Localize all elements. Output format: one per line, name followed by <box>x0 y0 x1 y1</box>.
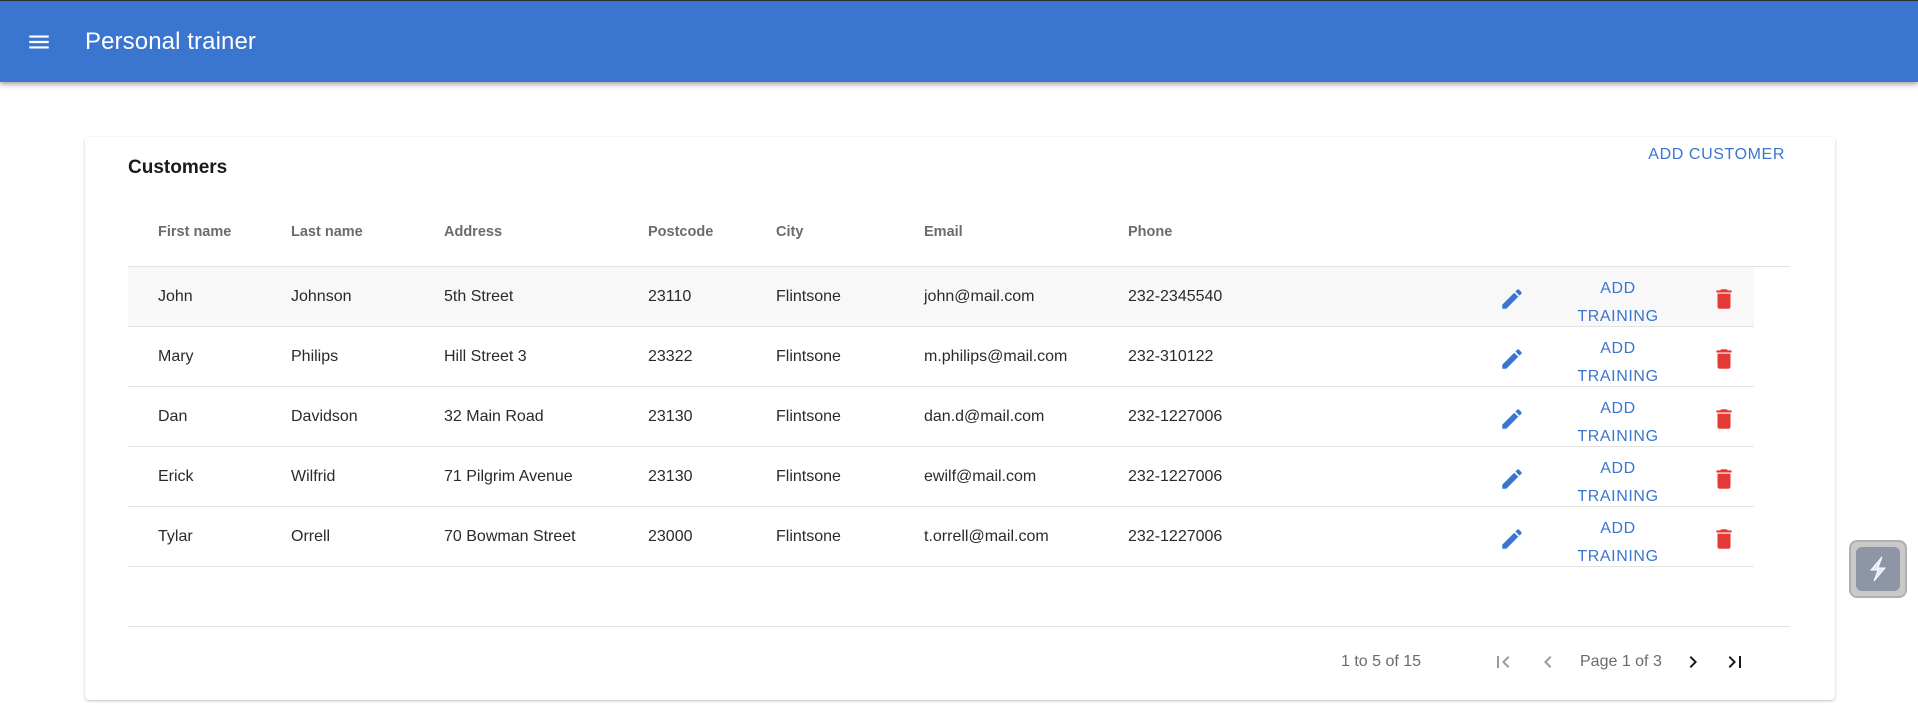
delete-customer-button[interactable] <box>1710 285 1738 313</box>
cell-first-name: Tylar <box>158 528 193 545</box>
cell-phone: 232-1227006 <box>1128 408 1223 425</box>
cell-city: Flintsone <box>776 468 841 485</box>
cell-postcode: 23322 <box>648 348 693 365</box>
table-row[interactable]: Mary Philips Hill Street 3 23322 Flintsone m.… <box>128 327 1754 387</box>
trash-icon <box>1716 289 1732 309</box>
cell-email: ewilf@mail.com <box>924 468 1037 485</box>
cell-email: m.philips@mail.com <box>924 348 1068 365</box>
floating-assistant-button[interactable] <box>1849 540 1907 598</box>
pencil-icon <box>1502 469 1522 489</box>
cell-first-name: Dan <box>158 408 188 425</box>
cell-address: 70 Bowman Street <box>444 528 576 545</box>
table-row[interactable]: Tylar Orrell 70 Bowman Street 23000 Flintson… <box>128 507 1754 567</box>
cell-city: Flintsone <box>776 408 841 425</box>
previous-page-icon <box>1544 656 1552 668</box>
pencil-icon <box>1502 349 1522 369</box>
cell-phone: 232-1227006 <box>1128 468 1223 485</box>
table-row[interactable]: Dan Davidson 32 Main Road 23130 Flintsone dan… <box>128 387 1754 447</box>
app-title: Personal trainer <box>85 28 257 55</box>
cell-city: Flintsone <box>776 348 841 365</box>
delete-customer-button[interactable] <box>1710 465 1738 493</box>
delete-customer-button[interactable] <box>1710 405 1738 433</box>
cell-email: john@mail.com <box>924 288 1035 305</box>
cell-address: 32 Main Road <box>444 408 544 425</box>
previous-page-button[interactable] <box>1535 649 1561 675</box>
cell-address: Hill Street 3 <box>444 348 527 365</box>
pencil-icon <box>1502 289 1522 309</box>
pencil-icon <box>1502 529 1522 549</box>
column-header-first-name[interactable]: First name <box>158 224 231 240</box>
app-bar: Personal trainer <box>0 0 1918 82</box>
cell-last-name: Davidson <box>291 408 358 425</box>
cell-last-name: Philips <box>291 348 339 365</box>
cell-address: 5th Street <box>444 288 514 305</box>
cell-first-name: Mary <box>158 348 194 365</box>
last-page-icon <box>1728 656 1741 668</box>
menu-icon <box>29 35 49 49</box>
edit-customer-button[interactable] <box>1498 525 1526 553</box>
cell-postcode: 23130 <box>648 468 693 485</box>
add-training-button[interactable]: ADD TRAINING <box>1558 395 1678 451</box>
next-page-icon <box>1689 656 1697 668</box>
cell-email: t.orrell@mail.com <box>924 528 1049 545</box>
add-training-button[interactable]: ADD TRAINING <box>1558 275 1678 331</box>
cell-last-name: Wilfrid <box>291 468 336 485</box>
add-training-button[interactable]: ADD TRAINING <box>1558 515 1678 571</box>
next-page-button[interactable] <box>1680 649 1706 675</box>
customers-table: First name Last name Address Postcode Ci… <box>128 197 1790 567</box>
card-title: Customers <box>128 157 228 178</box>
column-header-phone[interactable]: Phone <box>1128 224 1172 240</box>
trash-icon <box>1716 349 1732 369</box>
cell-first-name: Erick <box>158 468 194 485</box>
delete-customer-button[interactable] <box>1710 345 1738 373</box>
edit-customer-button[interactable] <box>1498 405 1526 433</box>
pencil-icon <box>1502 409 1522 429</box>
cell-address: 71 Pilgrim Avenue <box>444 468 573 485</box>
column-header-email[interactable]: Email <box>924 224 963 240</box>
add-customer-button[interactable]: ADD CUSTOMER <box>1648 146 1785 164</box>
cell-postcode: 23130 <box>648 408 693 425</box>
cell-phone: 232-1227006 <box>1128 528 1223 545</box>
edit-customer-button[interactable] <box>1498 465 1526 493</box>
trash-icon <box>1716 409 1732 429</box>
pagination-bar: 1 to 5 of 15 Page 1 of 3 <box>128 626 1790 700</box>
menu-button[interactable] <box>23 27 55 57</box>
first-page-icon <box>1497 656 1510 668</box>
last-page-button[interactable] <box>1722 649 1748 675</box>
column-header-postcode[interactable]: Postcode <box>648 224 713 240</box>
page-indicator: Page 1 of 3 <box>1580 653 1662 670</box>
pagination-summary: 1 to 5 of 15 <box>1341 653 1422 670</box>
cell-city: Flintsone <box>776 528 841 545</box>
delete-customer-button[interactable] <box>1710 525 1738 553</box>
trash-icon <box>1716 529 1732 549</box>
cell-email: dan.d@mail.com <box>924 408 1045 425</box>
add-training-button[interactable]: ADD TRAINING <box>1558 335 1678 391</box>
table-row[interactable]: John Johnson 5th Street 23110 Flintsone john@… <box>128 267 1754 327</box>
customers-card: Customers ADD CUSTOMER First name Last n… <box>85 137 1835 700</box>
cell-first-name: John <box>158 288 193 305</box>
trash-icon <box>1716 469 1732 489</box>
cell-city: Flintsone <box>776 288 841 305</box>
column-header-last-name[interactable]: Last name <box>291 224 363 240</box>
add-training-button[interactable]: ADD TRAINING <box>1558 455 1678 511</box>
first-page-button[interactable] <box>1490 649 1516 675</box>
cell-postcode: 23110 <box>648 288 692 305</box>
column-header-address[interactable]: Address <box>444 224 502 240</box>
cell-last-name: Johnson <box>291 288 352 305</box>
edit-customer-button[interactable] <box>1498 285 1526 313</box>
edit-customer-button[interactable] <box>1498 345 1526 373</box>
cell-phone: 232-310122 <box>1128 348 1214 365</box>
table-header: First name Last name Address Postcode Ci… <box>128 197 1790 267</box>
assistant-logo-icon <box>1856 547 1900 591</box>
column-header-city[interactable]: City <box>776 224 803 240</box>
cell-last-name: Orrell <box>291 528 331 545</box>
cell-postcode: 23000 <box>648 528 693 545</box>
table-row[interactable]: Erick Wilfrid 71 Pilgrim Avenue 23130 Flints… <box>128 447 1754 507</box>
cell-phone: 232-2345540 <box>1128 288 1223 305</box>
